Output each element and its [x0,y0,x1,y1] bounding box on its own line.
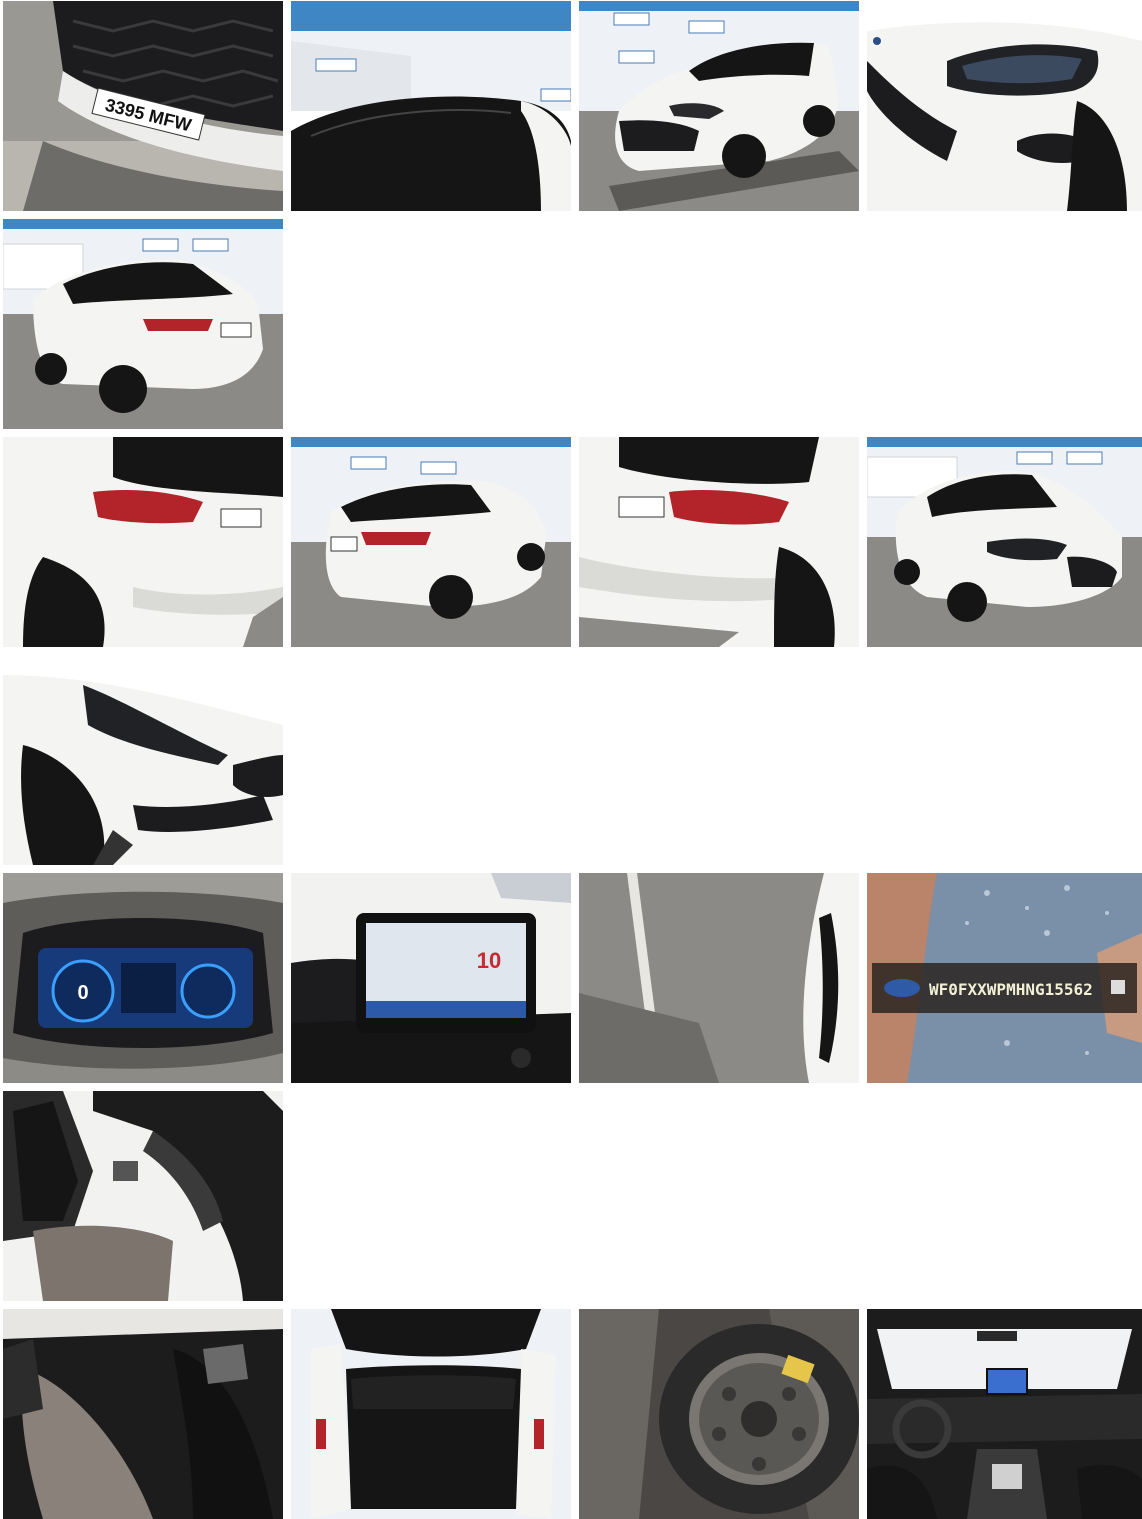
speed-readout: 0 [77,982,88,1004]
gallery-row: 3395 MFW [0,1,1142,211]
photo-parking-side[interactable] [579,873,859,1083]
car-front-three-quarter-icon [867,437,1142,647]
photo-rear-three-quarter-left[interactable] [3,219,283,429]
car-rear-three-quarter-icon [291,437,571,647]
photo-headlight-close[interactable] [867,1,1142,211]
car-interior-icon [867,1309,1142,1519]
car-front-three-quarter-icon [579,1,859,211]
car-rear-icon [579,437,859,647]
gallery-row [0,1091,1142,1301]
gallery-row [0,1309,1142,1519]
photo-gallery: 3395 MFW 0 10 WF0FXXWPMHNG15562 [0,0,1142,1519]
car-seat-icon [3,1309,283,1519]
photo-rear-close-right[interactable] [579,437,859,647]
photo-front-side-close[interactable] [3,655,283,865]
photo-interior-dashboard[interactable] [867,1309,1142,1519]
infotainment-display-icon: 10 [291,873,571,1083]
vin-text: WF0FXXWPMHNG15562 [929,980,1093,999]
photo-front-grille-plate[interactable]: 3395 MFW [3,1,283,211]
dashboard-gauge-icon: 0 [3,873,283,1083]
photo-infotainment-screen[interactable]: 10 [291,873,571,1083]
photo-rear-close-left[interactable] [3,437,283,647]
car-front-grille-icon: 3395 MFW [3,1,283,211]
photo-rear-three-quarter-wide[interactable] [291,437,571,647]
photo-front-three-quarter-right[interactable] [867,437,1142,647]
photo-vin-plate[interactable]: WF0FXXWPMHNG15562 [867,873,1142,1083]
photo-instrument-cluster[interactable]: 0 [3,873,283,1083]
photo-black-roof[interactable] [291,1,571,211]
car-headlight-icon [867,1,1142,211]
photo-front-three-quarter[interactable] [579,1,859,211]
photo-front-seats[interactable] [3,1091,283,1301]
gallery-row: 0 10 WF0FXXWPMHNG15562 [0,873,1142,1083]
spare-wheel-icon [579,1309,859,1519]
gallery-row [0,437,1142,647]
car-trunk-icon [291,1309,571,1519]
car-front-side-icon [3,655,283,865]
photo-rear-seats[interactable] [3,1309,283,1519]
car-rear-three-quarter-icon [3,219,283,429]
photo-spare-wheel[interactable] [579,1309,859,1519]
temperature-readout: 10 [477,948,501,973]
car-rear-icon [3,437,283,647]
photo-open-trunk[interactable] [291,1309,571,1519]
car-roof-icon [291,1,571,211]
vin-plate-icon: WF0FXXWPMHNG15562 [867,873,1142,1083]
car-side-parking-icon [579,873,859,1083]
gallery-row [0,219,1142,429]
gallery-row [0,655,1142,865]
car-seat-icon [3,1091,283,1301]
